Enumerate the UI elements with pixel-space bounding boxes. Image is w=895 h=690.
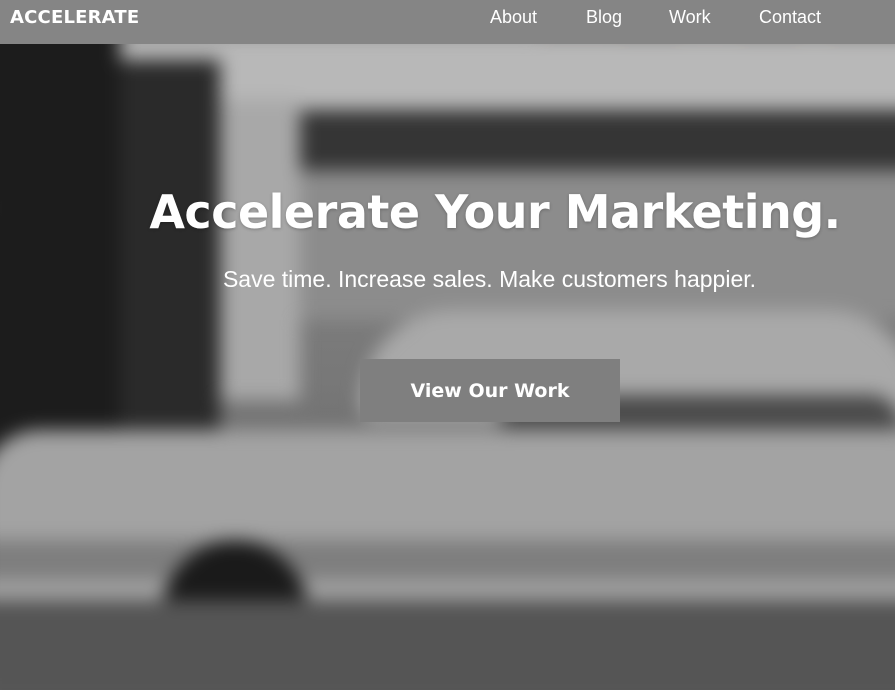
top-navbar: ACCELERATE About Blog Work Contact	[0, 0, 895, 44]
hero-title: Accelerate Your Marketing.	[149, 185, 841, 239]
view-our-work-button[interactable]: View Our Work	[360, 359, 620, 422]
nav-link-contact[interactable]: Contact	[759, 7, 821, 27]
hero-subtitle: Save time. Increase sales. Make customer…	[222, 266, 757, 292]
nav-item-blog: Blog	[586, 7, 622, 28]
nav-item-about: About	[490, 7, 537, 28]
nav-item-contact: Contact	[759, 7, 821, 28]
nav-menu: About Blog Work Contact	[0, 0, 895, 44]
nav-link-work[interactable]: Work	[669, 7, 711, 27]
nav-item-work: Work	[669, 7, 711, 28]
landing-page: ACCELERATE About Blog Work Contact Accel…	[0, 0, 895, 690]
nav-link-about[interactable]: About	[490, 7, 537, 27]
hero-background-image	[0, 0, 895, 690]
nav-link-blog[interactable]: Blog	[586, 7, 622, 27]
